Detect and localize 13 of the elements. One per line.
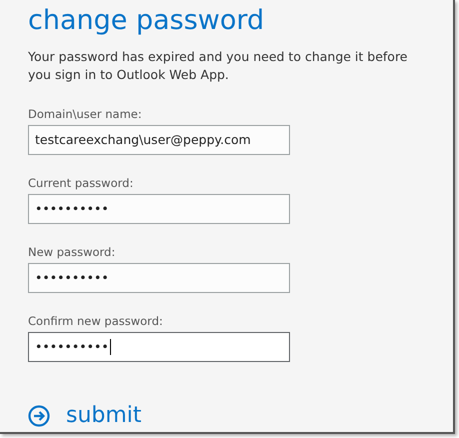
field-label: Domain\user name: <box>28 106 143 122</box>
page-title: change password <box>28 4 266 38</box>
text-cursor <box>110 339 111 355</box>
input-field[interactable]: •••••••••• <box>28 263 290 293</box>
input-field[interactable]: testcareexchang\user@peppy.com <box>28 125 290 155</box>
input-field[interactable]: •••••••••• <box>28 332 290 362</box>
expired-message: Your password has expired and you need to change it before you sign in to Outlook Web App. <box>28 48 408 84</box>
field-label: Current password: <box>28 175 134 191</box>
submit-button[interactable]: submit <box>28 402 142 430</box>
arrow-circle-icon <box>28 405 50 427</box>
input-field[interactable]: •••••••••• <box>28 194 290 224</box>
field-label: Confirm new password: <box>28 313 164 329</box>
field-label: New password: <box>28 244 116 260</box>
